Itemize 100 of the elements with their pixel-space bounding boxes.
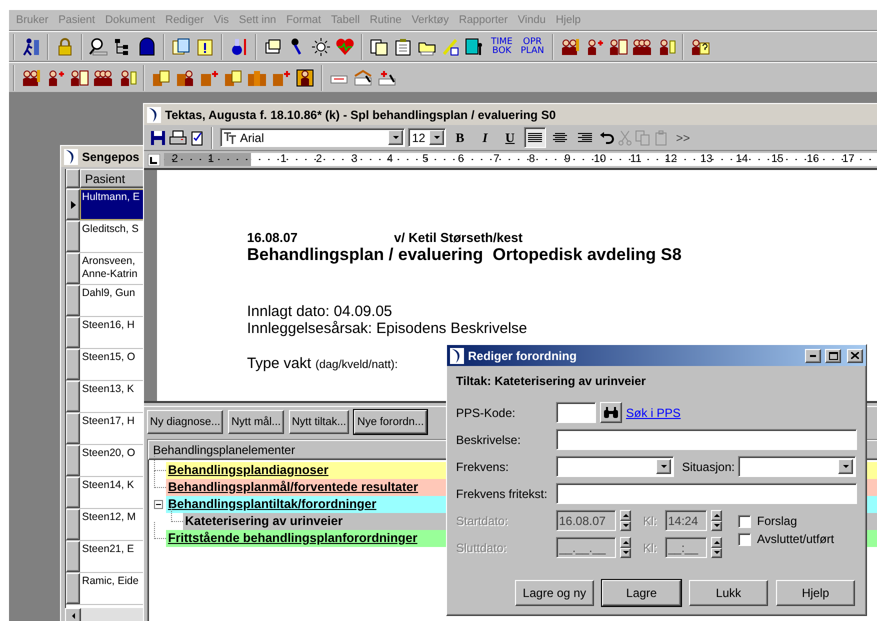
spin-down-button[interactable]	[711, 520, 722, 531]
format-button[interactable]: U	[499, 127, 521, 148]
dialog-button[interactable]: Lagre og ny	[515, 580, 594, 606]
truetype-icon	[224, 132, 237, 144]
toolbar-text-button[interactable]: OPR PLAN	[518, 38, 546, 56]
flask-icon[interactable]	[229, 36, 249, 56]
row-selector[interactable]	[66, 573, 80, 604]
dialog-button[interactable]: Lukk	[689, 580, 768, 606]
plan-button[interactable]: Nytt tiltak...	[288, 410, 350, 434]
ruler-number: 9	[563, 153, 570, 166]
spin-up-button[interactable]	[711, 537, 722, 548]
walking-person-icon[interactable]	[21, 36, 41, 56]
files-icon[interactable]	[369, 36, 389, 56]
app-logo-icon	[450, 348, 464, 364]
building-people-icon[interactable]	[175, 68, 195, 88]
save-icon[interactable]	[150, 130, 166, 146]
search-link[interactable]: Søk i PPS	[626, 406, 681, 420]
align-left-button[interactable]	[524, 127, 546, 148]
row-selector[interactable]	[66, 253, 80, 284]
close-icon	[851, 352, 859, 359]
row-selector[interactable]	[66, 413, 80, 444]
align-center-icon	[553, 132, 567, 143]
spin-up-button[interactable]	[711, 510, 722, 520]
row-selector[interactable]	[66, 349, 80, 380]
undo-icon[interactable]	[599, 132, 615, 144]
minimize-icon	[810, 354, 816, 356]
field-label: Frekvens:	[456, 460, 510, 474]
person-document-icon[interactable]	[608, 36, 628, 56]
sun-icon[interactable]	[311, 36, 331, 56]
maximize-button[interactable]	[825, 348, 841, 362]
patient-cell[interactable]: Hultmann, E	[80, 189, 145, 220]
row-selector[interactable]	[66, 189, 80, 220]
situation-select[interactable]	[738, 456, 856, 477]
column-header[interactable]: Pasient	[80, 169, 145, 188]
down-arrow-icon	[622, 524, 628, 528]
more-button[interactable]: >>	[673, 130, 694, 144]
pps-code-field[interactable]	[556, 402, 596, 423]
plan-button[interactable]: Nytt mål...	[228, 410, 284, 434]
row-selector[interactable]	[66, 317, 80, 348]
plan-button[interactable]: Ny diagnose...	[147, 410, 224, 434]
people-icon[interactable]	[21, 68, 41, 88]
plan-button[interactable]: Nye forordn...	[354, 410, 427, 434]
close-button[interactable]	[847, 348, 863, 362]
row-selector[interactable]	[66, 221, 80, 252]
dialog-button[interactable]: Lagre	[602, 580, 681, 606]
minimize-button[interactable]	[805, 348, 821, 362]
collapse-toggle[interactable]	[154, 500, 163, 509]
spin-up-button[interactable]	[620, 537, 631, 548]
frequency-select[interactable]	[556, 456, 674, 477]
scrollbar[interactable]	[65, 608, 145, 621]
dialog-button[interactable]: Hjelp	[776, 580, 855, 606]
people-group-icon[interactable]	[632, 36, 652, 56]
checkbox[interactable]	[738, 532, 751, 546]
row-selector[interactable]	[66, 541, 80, 572]
font-select[interactable]: Arial	[220, 128, 405, 147]
document-stack-icon[interactable]	[263, 36, 283, 56]
person-document-icon[interactable]	[69, 68, 89, 88]
row-selector[interactable]	[66, 445, 80, 476]
toolbar-text-button[interactable]: TIME BOK	[489, 38, 515, 56]
format-button[interactable]: B	[449, 127, 471, 148]
free-text-field[interactable]	[556, 483, 857, 504]
alert-notepad-icon[interactable]	[195, 36, 215, 56]
search-button[interactable]	[600, 402, 622, 423]
ruler-number: 2	[170, 153, 178, 166]
minus-icon	[156, 502, 161, 507]
person-question-icon[interactable]	[690, 36, 710, 56]
format-button[interactable]: I	[474, 127, 496, 148]
up-arrow-icon	[622, 514, 628, 517]
row-selector[interactable]	[66, 285, 80, 316]
ruler-number: 16	[806, 153, 819, 166]
checkbox[interactable]	[738, 514, 751, 528]
font-size-select[interactable]: 12	[408, 128, 446, 147]
notes-icon[interactable]	[171, 36, 191, 56]
clipboard-icon[interactable]	[393, 36, 413, 56]
document-text: Type vakt (dag/kveld/natt):	[247, 355, 398, 374]
checklist-icon[interactable]	[190, 130, 204, 146]
building-document-icon[interactable]	[223, 68, 243, 88]
document-text: Innleggelsesårsak: Episodens Beskrivelse	[247, 320, 528, 337]
document-date: 16.08.07	[247, 230, 299, 245]
current-row-icon	[70, 200, 76, 208]
description-field[interactable]	[556, 429, 857, 450]
magnifier-icon[interactable]	[89, 36, 109, 56]
building-document-icon[interactable]	[151, 68, 171, 88]
row-selector[interactable]	[66, 509, 80, 540]
ruler-number: 13	[699, 153, 712, 166]
row-selector[interactable]	[66, 477, 80, 508]
printer-icon[interactable]	[169, 130, 187, 146]
spin-down-button[interactable]	[711, 548, 722, 558]
ruler-number: 2	[314, 153, 322, 166]
spin-down-button[interactable]	[620, 520, 631, 531]
ruler-number: 1	[206, 153, 214, 166]
people-icon[interactable]	[560, 36, 580, 56]
tab-stop-icon[interactable]	[148, 154, 160, 166]
spin-down-button[interactable]	[620, 548, 631, 558]
people-group-icon[interactable]	[93, 68, 113, 88]
checkbox-label: Avsluttet/utført	[757, 532, 834, 546]
person-frame-icon[interactable]	[295, 68, 315, 88]
down-arrow-icon	[714, 524, 720, 528]
row-selector[interactable]	[66, 381, 80, 412]
spin-up-button[interactable]	[620, 510, 631, 520]
